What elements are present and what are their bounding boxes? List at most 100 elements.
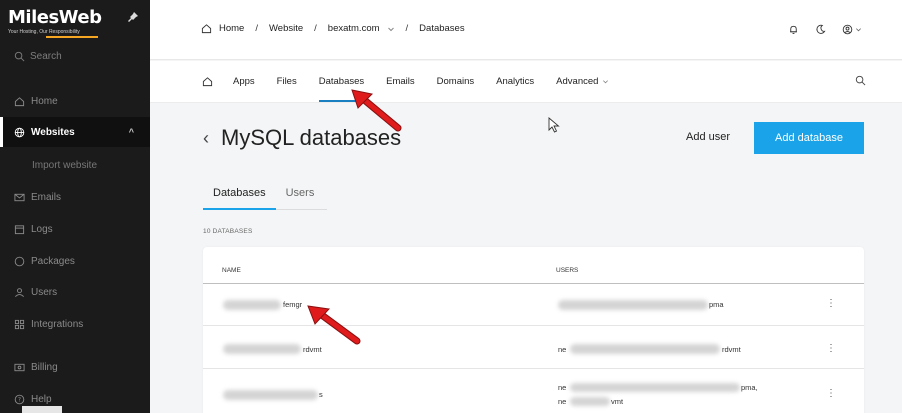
sidebar-item-packages[interactable]: Packages <box>0 246 150 276</box>
annotation-arrow-icon <box>351 89 402 132</box>
database-name: femgr <box>283 300 303 309</box>
sidebar-item-integrations[interactable]: Integrations <box>0 309 150 339</box>
chevron-down-icon <box>856 28 861 32</box>
sidebar: MilesWeb Your Hosting, Our Responsibilit… <box>0 0 150 413</box>
globe-icon <box>14 127 25 137</box>
breadcrumb-website[interactable]: Website <box>269 23 303 34</box>
section-nav: Apps Files Databases Emails Domains Anal… <box>150 61 902 103</box>
nav-domains[interactable]: Domains <box>437 76 475 87</box>
sidebar-search[interactable]: Search <box>14 51 62 62</box>
redacted-text <box>558 300 708 310</box>
mail-icon <box>14 193 25 201</box>
nav-advanced-label: Advanced <box>556 76 599 87</box>
sidebar-item-label: Websites <box>31 126 75 138</box>
logo[interactable]: MilesWeb Your Hosting, Our Responsibilit… <box>8 7 102 38</box>
database-name: s <box>319 390 323 399</box>
nav-apps[interactable]: Apps <box>233 76 255 87</box>
sidebar-scroll-indicator <box>22 406 62 413</box>
search-icon <box>14 51 25 62</box>
user-avatar-icon <box>842 24 853 35</box>
add-database-button[interactable]: Add database <box>754 122 864 154</box>
top-bar-actions <box>788 24 862 35</box>
database-users: vmt <box>611 397 624 406</box>
logo-tagline: Your Hosting, Our Responsibility <box>8 29 80 35</box>
sidebar-item-label: Integrations <box>31 318 84 330</box>
home-icon <box>14 96 25 106</box>
back-chevron-icon[interactable]: ‹ <box>203 128 209 149</box>
top-bar: Home / Website / bexatm.com / Databases <box>150 0 902 60</box>
logo-text: MilesWeb <box>8 7 102 28</box>
search-icon[interactable] <box>855 75 866 86</box>
row-menu-icon[interactable]: ⋮ <box>826 388 836 399</box>
nav-databases[interactable]: Databases <box>318 76 365 102</box>
mouse-cursor-icon <box>548 117 560 133</box>
breadcrumb-home[interactable]: Home <box>219 23 244 34</box>
database-count: 10 DATABASES <box>203 228 253 235</box>
chevron-down-icon[interactable] <box>387 25 395 33</box>
redacted-text <box>223 300 281 310</box>
help-icon: ? <box>14 394 25 404</box>
column-header-users: USERS <box>556 267 579 274</box>
database-users-prefix: ne <box>558 383 567 392</box>
nav-files[interactable]: Files <box>277 76 297 87</box>
database-users: pma <box>709 300 724 309</box>
sidebar-item-emails[interactable]: Emails <box>0 182 150 212</box>
databases-table: NAME USERS femgr pma ⋮ rdvmt ne rdvmt ⋮ … <box>203 247 864 413</box>
database-users-prefix: ne <box>558 345 567 354</box>
nav-analytics[interactable]: Analytics <box>496 76 534 87</box>
home-icon[interactable] <box>201 23 212 34</box>
sidebar-item-label: Packages <box>31 255 75 267</box>
redacted-text <box>570 344 720 354</box>
breadcrumb-current: Databases <box>419 23 465 34</box>
table-row[interactable]: s ne pma, ne vmt ⋮ <box>203 370 864 413</box>
tab-databases[interactable]: Databases <box>203 183 276 210</box>
redacted-text <box>223 344 301 354</box>
chevron-up-icon: ^ <box>128 127 134 137</box>
sidebar-item-websites[interactable]: Websites ^ <box>0 117 150 147</box>
breadcrumb-separator: / <box>255 23 258 34</box>
nav-emails[interactable]: Emails <box>386 76 415 87</box>
account-menu[interactable] <box>842 24 862 35</box>
add-user-button[interactable]: Add user <box>686 131 730 143</box>
redacted-text <box>223 390 318 400</box>
home-icon[interactable] <box>202 76 213 87</box>
svg-text:?: ? <box>18 396 21 403</box>
table-row[interactable]: rdvmt ne rdvmt ⋮ <box>203 327 864 369</box>
sidebar-item-label: Billing <box>31 361 58 373</box>
table-row[interactable]: femgr pma ⋮ <box>203 284 864 326</box>
tabs: Databases Users <box>203 183 327 210</box>
bell-icon[interactable] <box>788 24 799 35</box>
billing-icon <box>14 363 25 371</box>
breadcrumb: Home / Website / bexatm.com / Databases <box>201 23 465 34</box>
sidebar-item-home[interactable]: Home <box>0 86 150 116</box>
package-icon <box>14 256 25 266</box>
sidebar-item-label: Help <box>31 393 52 405</box>
database-users: rdvmt <box>722 345 741 354</box>
tab-users[interactable]: Users <box>276 183 325 210</box>
breadcrumb-separator: / <box>405 23 409 34</box>
column-header-name: NAME <box>222 267 241 274</box>
breadcrumb-separator: / <box>314 23 317 34</box>
redacted-text <box>570 383 740 392</box>
section-nav-items: Apps Files Databases Emails Domains Anal… <box>202 76 631 102</box>
moon-icon[interactable] <box>815 24 826 35</box>
annotation-arrow-icon <box>307 305 361 345</box>
breadcrumb-domain[interactable]: bexatm.com <box>328 23 380 34</box>
database-users-prefix: ne <box>558 397 567 406</box>
sidebar-subitem-import-website[interactable]: Import website <box>0 150 150 180</box>
sidebar-search-label: Search <box>30 51 62 62</box>
redacted-text <box>570 397 610 406</box>
sidebar-item-users[interactable]: Users <box>0 277 150 307</box>
sidebar-item-logs[interactable]: Logs <box>0 214 150 244</box>
grid-icon <box>14 319 25 329</box>
sidebar-item-billing[interactable]: Billing <box>0 352 150 382</box>
calendar-icon <box>14 224 25 234</box>
sidebar-item-label: Emails <box>31 191 62 203</box>
database-users: pma, <box>741 383 758 392</box>
logo-underline <box>46 36 98 38</box>
row-menu-icon[interactable]: ⋮ <box>826 298 836 309</box>
users-icon <box>15 287 24 297</box>
nav-advanced[interactable]: Advanced <box>556 76 609 87</box>
row-menu-icon[interactable]: ⋮ <box>826 343 836 354</box>
pin-icon[interactable] <box>127 11 139 23</box>
